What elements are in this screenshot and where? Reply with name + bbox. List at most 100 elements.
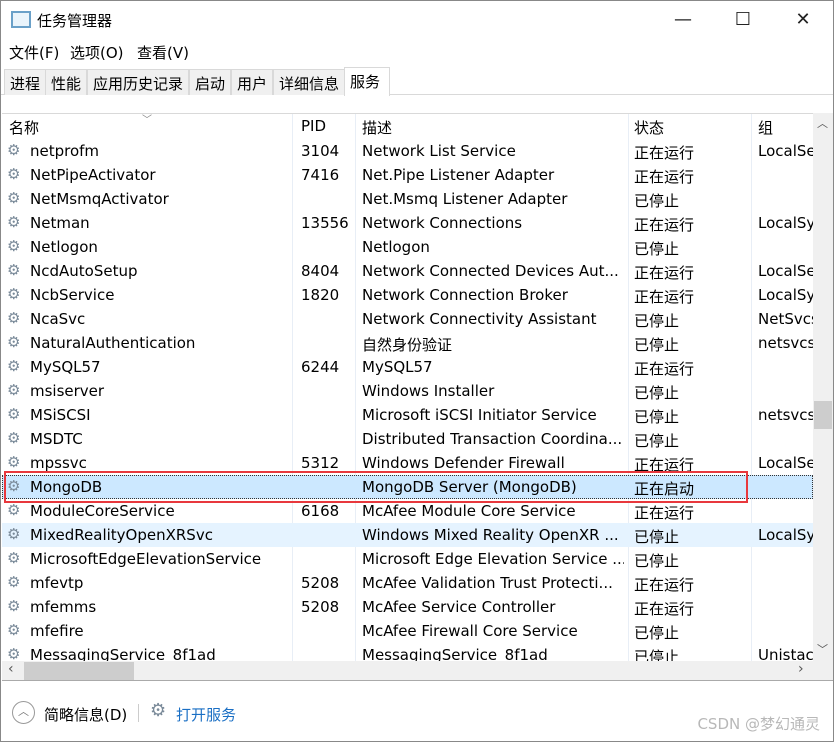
cell-description: Network Connectivity Assistant [362, 310, 597, 328]
cell-status: 已停止 [634, 624, 680, 642]
service-gear-icon: ⚙ [7, 430, 21, 447]
tab-startup[interactable]: 启动 [189, 69, 232, 95]
column-header-pid[interactable]: PID [301, 117, 326, 135]
cell-group: LocalSe [758, 262, 813, 280]
maximize-button[interactable]: ☐ [713, 1, 773, 39]
cell-status: 正在运行 [634, 144, 695, 162]
tab-services[interactable]: 服务 [344, 67, 390, 96]
highlight-box [4, 471, 748, 503]
cell-group: netsvcs [758, 334, 813, 352]
scroll-left-icon[interactable]: ‹ [8, 661, 14, 677]
table-row[interactable]: ⚙ NetPipeActivator 7416 Net.Pipe Listener A… [2, 163, 813, 187]
minimize-button[interactable]: — [653, 1, 713, 39]
table-row[interactable]: ⚙ Netlogon Netlogon 已停止 [2, 235, 813, 259]
close-button[interactable]: ✕ [773, 1, 833, 39]
table-row[interactable]: ⚙ MySQL57 6244 MySQL57 正在运行 [2, 355, 813, 379]
service-gear-icon: ⚙ [7, 190, 21, 207]
vertical-scroll-thumb[interactable] [814, 401, 832, 429]
cell-group: Unistac [758, 646, 813, 661]
horizontal-scroll-thumb[interactable] [24, 662, 134, 680]
cell-name: MessagingService_8f1ad [30, 646, 216, 661]
cell-pid: 6168 [301, 502, 340, 520]
tab-processes[interactable]: 进程 [4, 69, 47, 95]
cell-pid: 5208 [301, 598, 340, 616]
column-header-status[interactable]: 状态 [634, 117, 664, 138]
table-row[interactable]: ⚙ NcdAutoSetup 8404 Network Connected Devic… [2, 259, 813, 283]
tab-app-history[interactable]: 应用历史记录 [87, 69, 190, 95]
tab-performance[interactable]: 性能 [45, 69, 88, 95]
cell-description: Net.Msmq Listener Adapter [362, 190, 568, 208]
cell-pid: 8404 [301, 262, 340, 280]
tab-details[interactable]: 详细信息 [273, 69, 346, 95]
cell-name: Netlogon [30, 238, 98, 256]
cell-pid: 5208 [301, 574, 340, 592]
menu-options[interactable]: 选项(O) [70, 42, 124, 63]
cell-description: Microsoft Edge Elevation Service ... [362, 550, 624, 568]
scroll-down-icon[interactable]: ﹀ [817, 641, 828, 657]
table-row[interactable]: ⚙ MSDTC Distributed Transaction Coordina..… [2, 427, 813, 451]
table-row[interactable]: ⚙ MixedRealityOpenXRSvc Windows Mixed Real… [2, 523, 813, 547]
table-row[interactable]: ⚙ Netman 13556 Network Connections 正在运行 Local… [2, 211, 813, 235]
divider [138, 704, 139, 722]
cell-name: mfemms [30, 598, 97, 616]
vertical-scrollbar[interactable]: ︿ ﹀ [813, 113, 833, 661]
service-gear-icon: ⚙ [7, 406, 21, 423]
table-row[interactable]: ⚙ NaturalAuthentication 自然身份验证 已停止 netsvcs [2, 331, 813, 355]
cell-description: McAfee Service Controller [362, 598, 556, 616]
services-table: ﹀ 名称 PID 描述 状态 组 ⚙ netprofm 3104 Network Li… [2, 113, 813, 661]
service-gear-icon: ⚙ [7, 454, 21, 471]
table-row[interactable]: ⚙ msiserver Windows Installer 已停止 [2, 379, 813, 403]
horizontal-scrollbar[interactable]: ‹ › [2, 661, 833, 681]
table-row[interactable]: ⚙ MicrosoftEdgeElevationService Microsoft … [2, 547, 813, 571]
cell-group: LocalSy [758, 214, 813, 232]
menu-bar: 文件(F) 选项(O) 查看(V) [1, 39, 833, 65]
cell-status: 已停止 [634, 336, 680, 354]
cell-description: McAfee Firewall Core Service [362, 622, 578, 640]
cell-description: Windows Defender Firewall [362, 454, 565, 472]
cell-status: 正在运行 [634, 504, 695, 522]
column-header-description[interactable]: 描述 [362, 117, 392, 138]
gear-icon: ⚙ [150, 700, 167, 721]
collapse-chevron-icon[interactable]: ︿ [12, 701, 35, 724]
table-row[interactable]: ⚙ NcbService 1820 Network Connection Broker… [2, 283, 813, 307]
table-header: ﹀ 名称 PID 描述 状态 组 [2, 114, 813, 138]
table-row[interactable]: ⚙ MessagingService_8f1ad MessagingService_… [2, 643, 813, 661]
cell-status: 已停止 [634, 192, 680, 210]
menu-file[interactable]: 文件(F) [9, 42, 59, 63]
cell-description: Network Connected Devices Aut... [362, 262, 619, 280]
cell-name: MySQL57 [30, 358, 101, 376]
cell-status: 已停止 [634, 408, 680, 426]
cell-status: 正在运行 [634, 600, 695, 618]
table-row[interactable]: ⚙ mfevtp 5208 McAfee Validation Trust Prote… [2, 571, 813, 595]
service-gear-icon: ⚙ [7, 358, 21, 375]
cell-pid: 3104 [301, 142, 340, 160]
cell-name: mpssvc [30, 454, 87, 472]
cell-name: mfevtp [30, 574, 84, 592]
open-services-link[interactable]: 打开服务 [176, 704, 236, 725]
table-row[interactable]: ⚙ mfefire McAfee Firewall Core Service 已停止 [2, 619, 813, 643]
table-row[interactable]: ⚙ netprofm 3104 Network List Service 正在运行 Loc… [2, 139, 813, 163]
cell-name: NcbService [30, 286, 115, 304]
cell-name: NetMsmqActivator [30, 190, 169, 208]
cell-description: Microsoft iSCSI Initiator Service [362, 406, 597, 424]
service-gear-icon: ⚙ [7, 310, 21, 327]
column-header-name[interactable]: 名称 [9, 117, 39, 138]
table-row[interactable]: ⚙ mfemms 5208 McAfee Service Controller 正在运行 [2, 595, 813, 619]
fewer-details-button[interactable]: 简略信息(D) [44, 704, 127, 725]
window-title: 任务管理器 [37, 12, 113, 30]
cell-status: 正在运行 [634, 216, 695, 234]
cell-status: 已停止 [634, 384, 680, 402]
tab-users[interactable]: 用户 [231, 69, 274, 95]
scroll-right-icon[interactable]: › [798, 661, 804, 677]
cell-group: LocalSe [758, 454, 813, 472]
sort-chevron-icon: ﹀ [142, 115, 152, 126]
cell-name: NetPipeActivator [30, 166, 156, 184]
table-row[interactable]: ⚙ MSiSCSI Microsoft iSCSI Initiator Servic… [2, 403, 813, 427]
menu-view[interactable]: 查看(V) [137, 42, 189, 63]
column-header-group[interactable]: 组 [758, 117, 773, 138]
table-row[interactable]: ⚙ NcaSvc Network Connectivity Assistant 已停止… [2, 307, 813, 331]
scroll-up-icon[interactable]: ︿ [817, 115, 828, 131]
cell-pid: 6244 [301, 358, 340, 376]
cell-group: netsvcs [758, 406, 813, 424]
table-row[interactable]: ⚙ NetMsmqActivator Net.Msmq Listener Adapt… [2, 187, 813, 211]
